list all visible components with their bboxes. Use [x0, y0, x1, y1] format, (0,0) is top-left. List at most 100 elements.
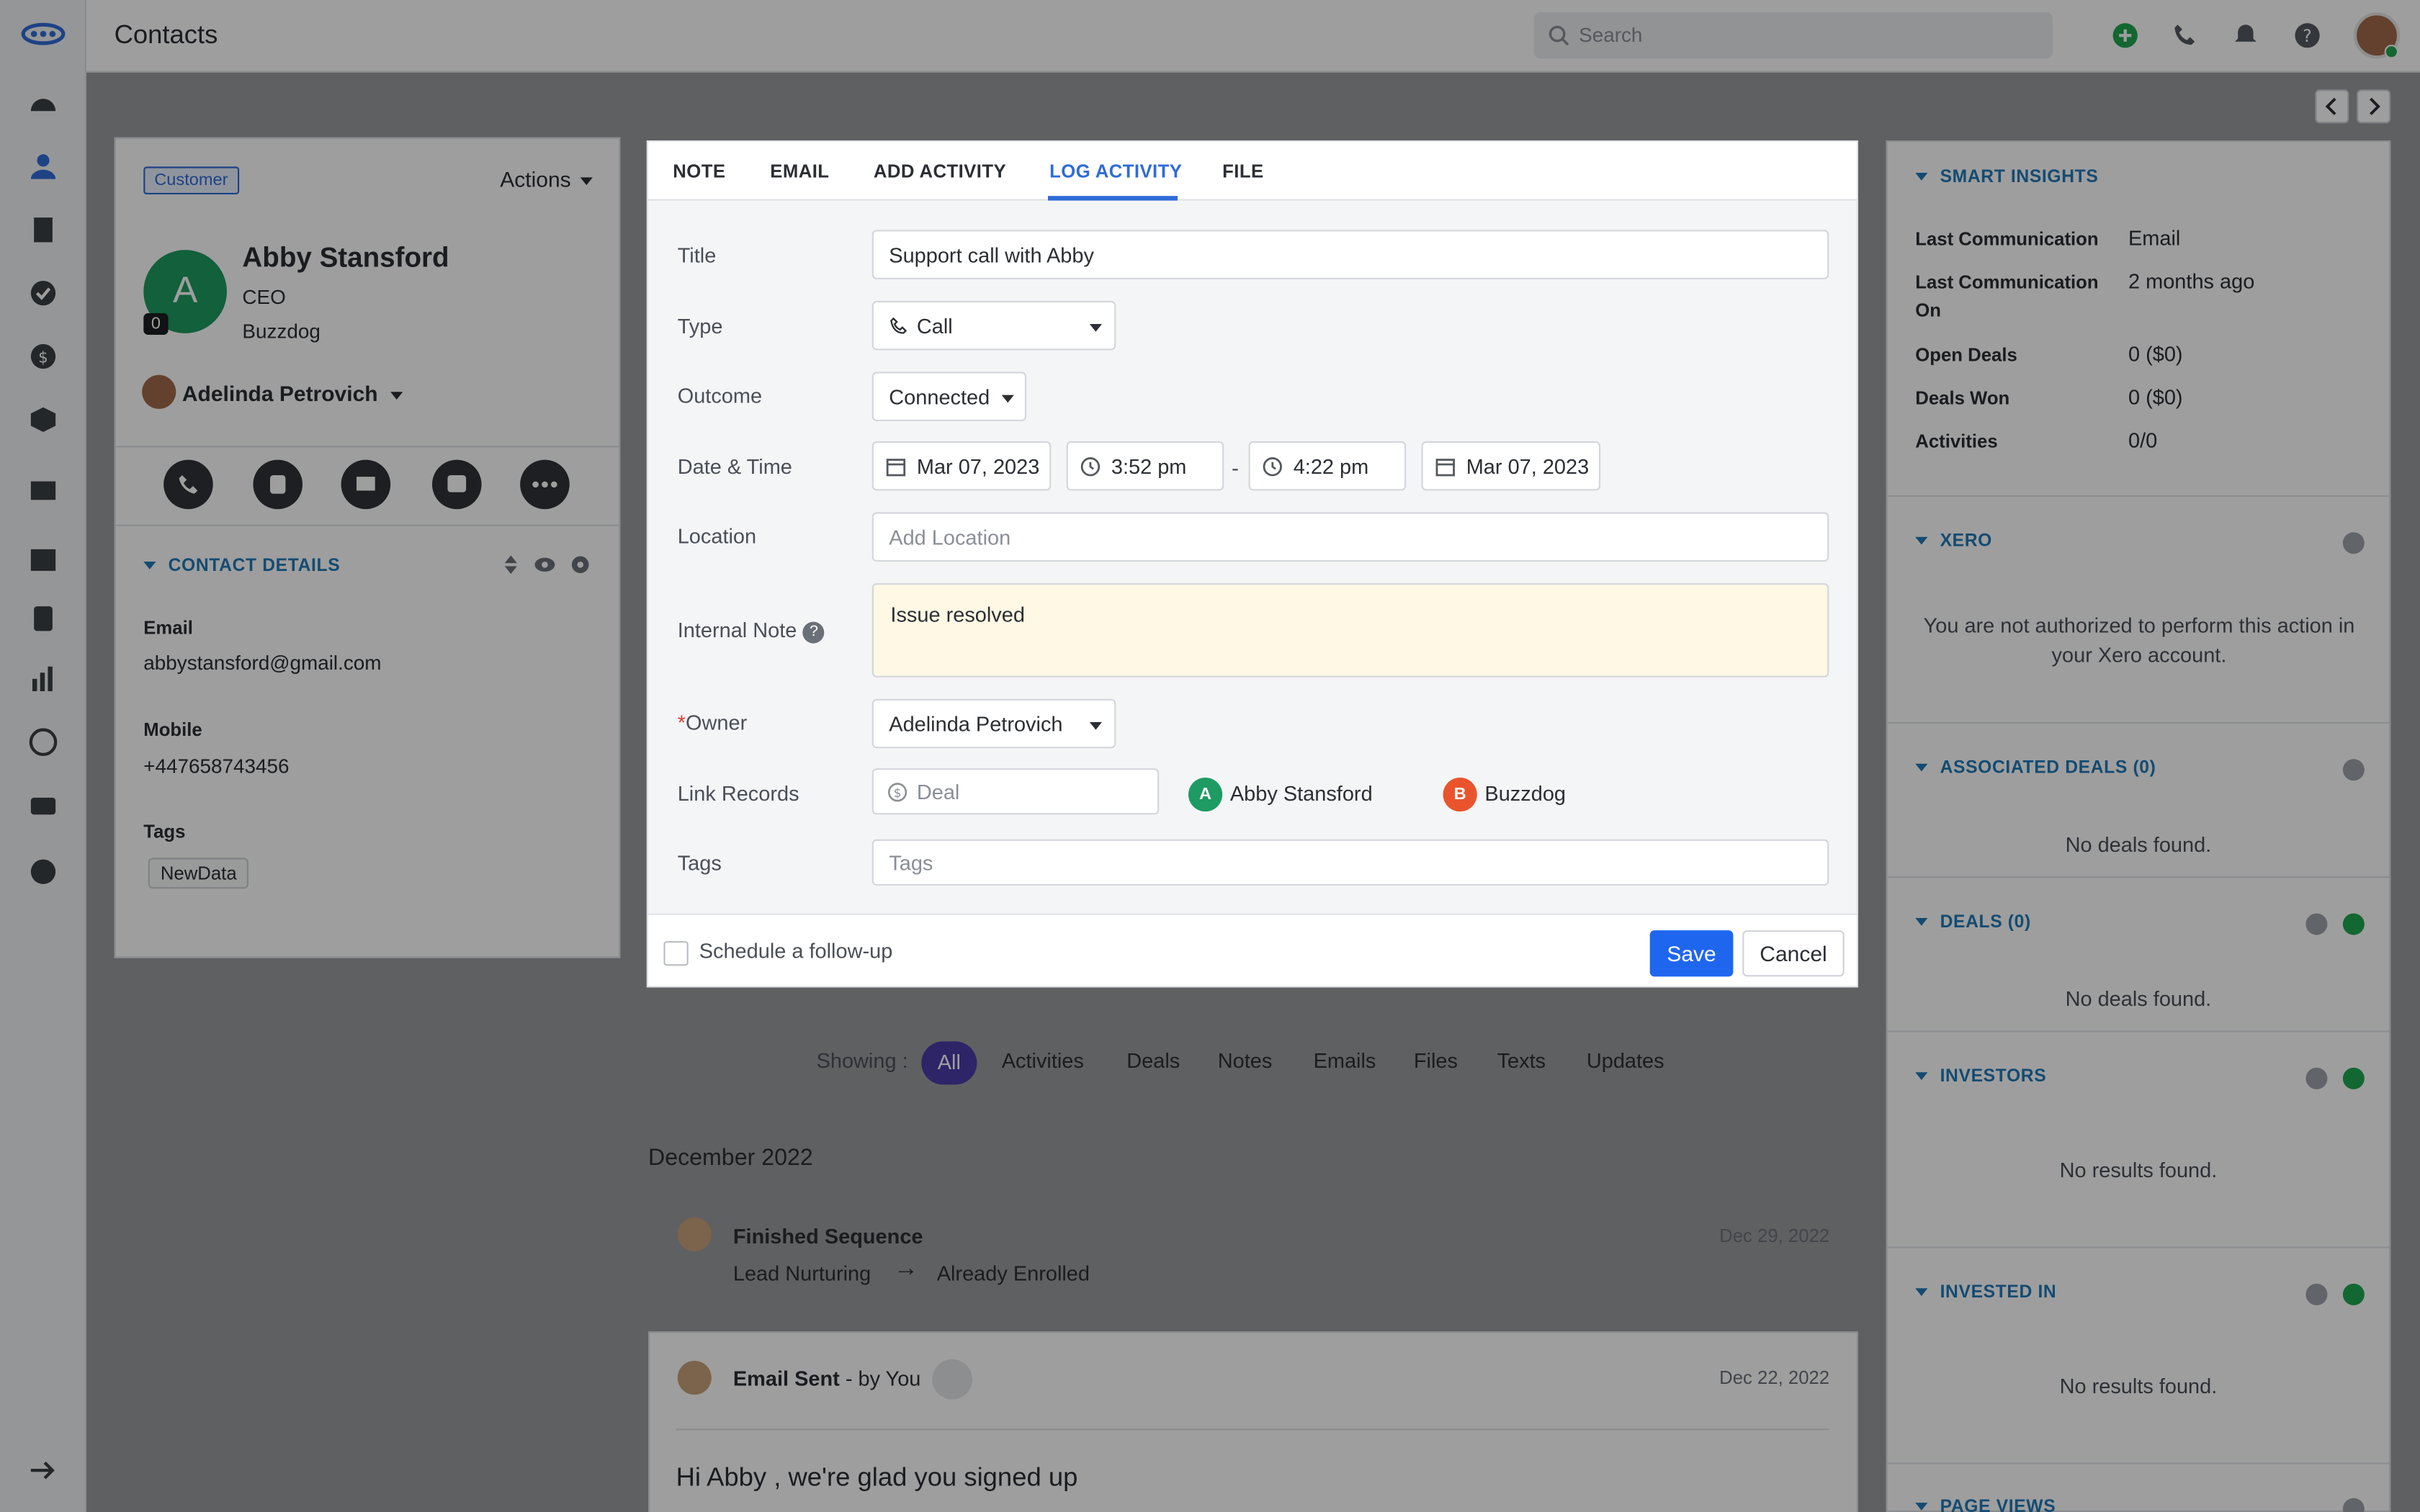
- sort-icon[interactable]: [501, 554, 520, 575]
- type-select[interactable]: Call: [871, 300, 1116, 351]
- invested-in-empty: No results found.: [2059, 1374, 2218, 1398]
- deal-search-input[interactable]: $ Deal: [871, 768, 1160, 815]
- collapse-triangle-icon: [1915, 537, 1928, 546]
- filter-all[interactable]: All: [921, 1041, 977, 1085]
- tab-add-activity[interactable]: ADD ACTIVITY: [874, 161, 1006, 182]
- add-invested-icon[interactable]: [2342, 1283, 2365, 1305]
- invested-in-section: INVESTED IN No results found.: [1887, 1246, 2390, 1462]
- integrations-icon[interactable]: [28, 726, 59, 757]
- location-input[interactable]: Add Location: [871, 512, 1829, 562]
- tags-label: Tags: [143, 821, 186, 842]
- xero-heading[interactable]: XERO: [1915, 532, 1992, 551]
- phone-icon[interactable]: [2172, 22, 2200, 50]
- dollar-circle-icon: $: [887, 783, 908, 802]
- activity-avatar: [677, 1217, 712, 1251]
- refresh-icon[interactable]: [2305, 913, 2328, 935]
- linked-contact-name[interactable]: Abby Stansford: [1230, 782, 1373, 805]
- end-date-input[interactable]: Mar 07, 2023: [1421, 441, 1601, 491]
- deals-heading[interactable]: DEALS (0): [1915, 914, 2031, 932]
- followup-checkbox[interactable]: [663, 941, 689, 966]
- refresh-icon[interactable]: [2342, 532, 2365, 554]
- caret-down-icon: [1089, 324, 1102, 332]
- collapse-arrow-icon[interactable]: [28, 1455, 59, 1486]
- dashboard-icon[interactable]: [28, 89, 59, 120]
- refresh-icon[interactable]: [2305, 1067, 2328, 1089]
- filter-deals[interactable]: Deals: [1126, 1049, 1180, 1072]
- gear-icon[interactable]: [570, 554, 591, 575]
- contacts-icon[interactable]: [28, 151, 59, 182]
- email-value[interactable]: abbystansford@gmail.com: [143, 651, 381, 674]
- followup-label[interactable]: Schedule a follow-up: [699, 940, 893, 963]
- save-button[interactable]: Save: [1649, 930, 1734, 977]
- contact-details-heading[interactable]: CONTACT DETAILS: [143, 557, 340, 575]
- bell-icon[interactable]: [2232, 22, 2260, 50]
- products-icon[interactable]: [28, 404, 59, 435]
- end-time-input[interactable]: 4:22 pm: [1248, 441, 1407, 491]
- refresh-icon[interactable]: [2342, 1498, 2365, 1512]
- refresh-icon[interactable]: [2305, 1283, 2328, 1305]
- page-views-heading[interactable]: PAGE VIEWS: [1915, 1498, 2056, 1512]
- type-label: Type: [677, 315, 723, 338]
- filter-activities[interactable]: Activities: [1002, 1049, 1084, 1072]
- help-icon[interactable]: ?: [802, 621, 825, 644]
- filter-updates[interactable]: Updates: [1587, 1049, 1664, 1072]
- owner-selector[interactable]: Adelinda Petrovich: [182, 381, 403, 406]
- owner-select[interactable]: Adelinda Petrovich: [871, 698, 1116, 749]
- inbox-icon[interactable]: [28, 544, 59, 575]
- add-deal-icon[interactable]: [2342, 913, 2365, 935]
- more-icon[interactable]: [28, 856, 59, 887]
- start-time-input[interactable]: 3:52 pm: [1066, 441, 1224, 491]
- start-date-input[interactable]: Mar 07, 2023: [871, 441, 1052, 491]
- smart-insights-heading[interactable]: SMART INSIGHTS: [1915, 168, 2098, 186]
- sequences-icon[interactable]: [28, 603, 59, 634]
- internal-note-textarea[interactable]: Issue resolved: [871, 583, 1829, 678]
- refresh-icon[interactable]: [2342, 759, 2365, 781]
- add-investor-icon[interactable]: [2342, 1067, 2365, 1089]
- accounts-icon[interactable]: [28, 215, 59, 246]
- title-input[interactable]: Support call with Abby: [871, 230, 1829, 279]
- linked-company-name[interactable]: Buzzdog: [1484, 782, 1566, 805]
- deals-icon[interactable]: $: [28, 341, 59, 372]
- filter-emails[interactable]: Emails: [1314, 1049, 1376, 1072]
- email-avatar: [677, 1361, 712, 1395]
- tags-input[interactable]: Tags: [871, 839, 1829, 886]
- actions-button[interactable]: Actions: [500, 166, 593, 192]
- call-button[interactable]: [163, 459, 213, 510]
- filter-files[interactable]: Files: [1414, 1049, 1458, 1072]
- tab-log-activity[interactable]: LOG ACTIVITY: [1049, 161, 1182, 182]
- help-icon[interactable]: ?: [2293, 22, 2321, 50]
- add-icon[interactable]: [2111, 22, 2139, 50]
- chat-icon[interactable]: [28, 793, 59, 824]
- divider: [115, 524, 619, 526]
- cancel-button[interactable]: Cancel: [1742, 930, 1845, 977]
- filter-notes[interactable]: Notes: [1218, 1049, 1273, 1072]
- more-actions-button[interactable]: [520, 459, 570, 510]
- outcome-select[interactable]: Connected: [871, 372, 1026, 421]
- message-button[interactable]: [432, 459, 482, 510]
- tab-email[interactable]: EMAIL: [770, 161, 829, 182]
- investors-heading[interactable]: INVESTORS: [1915, 1068, 2046, 1086]
- caret-down-icon: [390, 391, 403, 400]
- tab-note[interactable]: NOTE: [673, 161, 725, 182]
- email-icon[interactable]: [28, 475, 59, 506]
- invested-in-heading[interactable]: INVESTED IN: [1915, 1284, 2056, 1302]
- associated-deals-heading[interactable]: ASSOCIATED DEALS (0): [1915, 759, 2156, 778]
- filter-texts[interactable]: Texts: [1497, 1049, 1546, 1072]
- sequence-button[interactable]: [253, 459, 302, 510]
- mobile-value[interactable]: +447658743456: [143, 755, 289, 778]
- tasks-icon[interactable]: [28, 278, 59, 309]
- investors-empty: No results found.: [2059, 1158, 2218, 1182]
- prev-record-button[interactable]: [2315, 89, 2349, 124]
- app-logo-icon[interactable]: [20, 19, 66, 50]
- search-input[interactable]: Search: [1534, 12, 2053, 59]
- reports-icon[interactable]: [28, 663, 59, 694]
- contact-job-title: CEO: [242, 285, 286, 309]
- next-record-button[interactable]: [2357, 89, 2391, 124]
- deals-empty: No deals found.: [2065, 987, 2212, 1011]
- eye-icon[interactable]: [534, 555, 555, 574]
- activity-date: Dec 29, 2022: [1719, 1225, 1830, 1247]
- tag-chip[interactable]: NewData: [148, 858, 249, 889]
- insights-panel: SMART INSIGHTS Last Communication Email …: [1886, 140, 2391, 1512]
- email-button[interactable]: [341, 459, 391, 510]
- tab-file[interactable]: FILE: [1222, 161, 1263, 182]
